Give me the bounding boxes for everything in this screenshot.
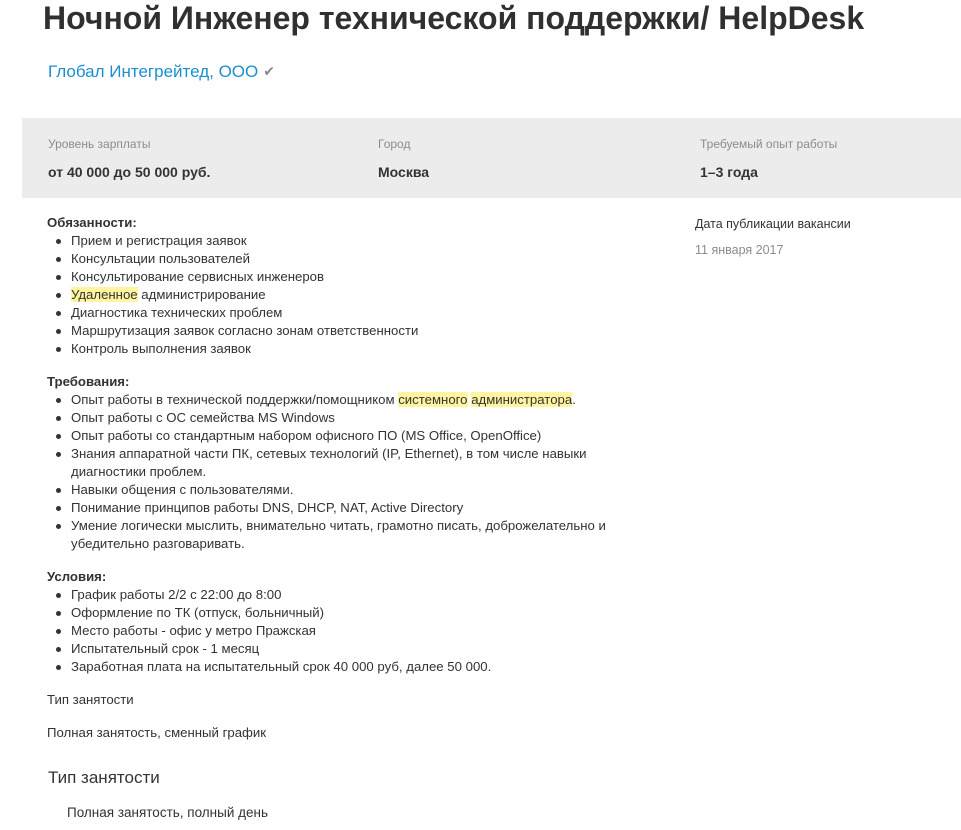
checkmark-icon: ✔ bbox=[263, 63, 275, 79]
duty-item: Диагностика технических проблем bbox=[47, 304, 647, 322]
requirement-item: Знания аппаратной части ПК, сетевых техн… bbox=[47, 445, 647, 481]
requirements-title: Требования: bbox=[47, 374, 130, 389]
employment-type-value: Полная занятость, сменный график bbox=[47, 725, 267, 740]
duty-item: Маршрутизация заявок согласно зонам отве… bbox=[47, 322, 647, 340]
vacancy-info-panel: Уровень зарплаты от 40 000 до 50 000 руб… bbox=[22, 118, 961, 198]
vacancy-title: Ночной Инженер технической поддержки/ He… bbox=[43, 0, 865, 36]
requirements-section: Требования: Опыт работы в технической по… bbox=[47, 373, 647, 553]
duty-item: Консультирование сервисных инженеров bbox=[47, 268, 647, 286]
search-highlight: системного bbox=[398, 392, 468, 407]
salary-label: Уровень зарплаты bbox=[48, 137, 151, 151]
vacancy-description: Обязанности: Прием и регистрация заявок К… bbox=[47, 214, 647, 742]
conditions-list: График работы 2/2 с 22:00 до 8:00 Оформле… bbox=[47, 586, 647, 676]
condition-item: Испытательный срок - 1 месяц bbox=[47, 640, 647, 658]
condition-item: Заработная плата на испытательный срок 4… bbox=[47, 658, 647, 676]
requirement-item: Навыки общения с пользователями. bbox=[47, 481, 647, 499]
search-highlight: администратора bbox=[471, 392, 573, 407]
city-label: Город bbox=[378, 137, 411, 151]
requirement-item: Умение логически мыслить, внимательно чи… bbox=[47, 517, 647, 553]
duty-item: Контроль выполнения заявок bbox=[47, 340, 647, 358]
duty-item: Консультации пользователей bbox=[47, 250, 647, 268]
requirement-item: Опыт работы со стандартным набором офисн… bbox=[47, 427, 647, 445]
conditions-section: Условия: График работы 2/2 с 22:00 до 8:… bbox=[47, 568, 647, 676]
condition-item: График работы 2/2 с 22:00 до 8:00 bbox=[47, 586, 647, 604]
experience-value: 1–3 года bbox=[700, 164, 758, 180]
duties-title: Обязанности: bbox=[47, 215, 137, 230]
requirement-item: Опыт работы в технической поддержки/помо… bbox=[47, 391, 647, 409]
employment-value: Полная занятость, полный день bbox=[67, 805, 269, 820]
condition-item: Оформление по ТК (отпуск, больничный) bbox=[47, 604, 647, 622]
salary-value: от 40 000 до 50 000 руб. bbox=[48, 164, 211, 180]
duties-list: Прием и регистрация заявок Консультации п… bbox=[47, 232, 647, 358]
requirements-list: Опыт работы в технической поддержки/помо… bbox=[47, 391, 647, 553]
duty-item: Удаленное администрирование bbox=[47, 286, 647, 304]
city-value: Москва bbox=[378, 164, 430, 180]
requirement-item: Понимание принципов работы DNS, DHCP, NA… bbox=[47, 499, 647, 517]
conditions-title: Условия: bbox=[47, 569, 107, 584]
company-line: Глобал Интегрейтед, ООО ✔ bbox=[48, 60, 275, 83]
duties-section: Обязанности: Прием и регистрация заявок К… bbox=[47, 214, 647, 358]
publication-label: Дата публикации вакансии bbox=[695, 217, 851, 231]
employment-type-label: Тип занятости bbox=[47, 692, 134, 707]
experience-label: Требуемый опыт работы bbox=[700, 137, 838, 151]
publication-date: 11 января 2017 bbox=[695, 243, 784, 257]
search-highlight: Удаленное bbox=[71, 287, 138, 302]
requirement-item: Опыт работы с ОС семейства MS Windows bbox=[47, 409, 647, 427]
employment-heading: Тип занятости bbox=[48, 768, 160, 787]
condition-item: Место работы - офис у метро Пражская bbox=[47, 622, 647, 640]
company-link[interactable]: Глобал Интегрейтед, ООО bbox=[48, 62, 258, 81]
duty-item: Прием и регистрация заявок bbox=[47, 232, 647, 250]
